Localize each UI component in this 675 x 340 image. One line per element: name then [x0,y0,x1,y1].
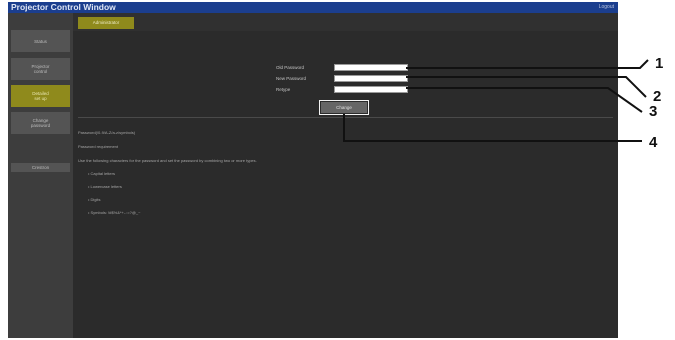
callout-number-4: 4 [649,134,658,151]
callout-number-2: 2 [653,88,662,105]
callout-line-1 [406,59,649,69]
callout-number-3: 3 [649,103,658,120]
callout-line-3 [406,87,643,113]
callout-number-1: 1 [655,55,664,72]
callout-lines [343,59,649,142]
callout-line-4 [343,114,642,142]
